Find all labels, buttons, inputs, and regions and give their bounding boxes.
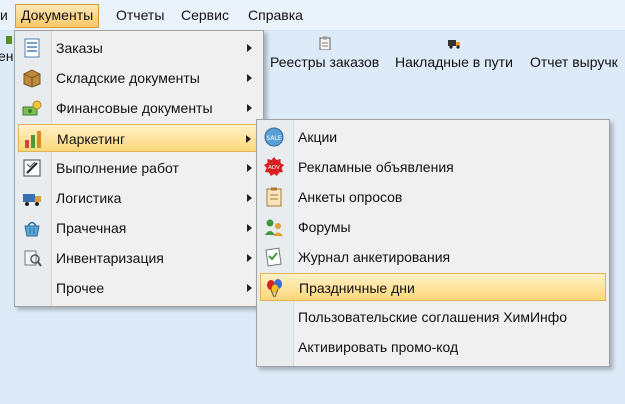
menu-item-label: Выполнение работ [56, 160, 179, 176]
menu-item-label: Складские документы [56, 70, 200, 86]
documents-menu: Заказы Складские документы Финансовые до… [14, 30, 264, 307]
svg-text:ADV: ADV [268, 165, 280, 171]
menu-item-label: Маркетинг [57, 131, 126, 147]
menu-item-label: Акции [298, 129, 338, 145]
menu-item-label: Активировать промо-код [298, 339, 459, 355]
menu-item-financial-documents[interactable]: Финансовые документы [18, 94, 260, 122]
submenu-arrow-icon [247, 194, 252, 202]
menu-item-service[interactable]: Сервис [175, 4, 235, 26]
toolbar-waybills-label: Накладные в пути [395, 54, 513, 70]
forum-icon [265, 219, 283, 236]
toolbar-order-registers-label: Реестры заказов [270, 54, 380, 70]
menu-item-warehouse-documents[interactable]: Складские документы [18, 64, 260, 92]
marketing-submenu: SALE Акции ADV Рекламные объявления Анке… [256, 119, 610, 367]
menu-item-work-execution[interactable]: Выполнение работ [18, 154, 260, 182]
orders-icon [24, 38, 40, 58]
toolbar-button-partial[interactable]: ен [0, 36, 14, 64]
menu-item-other[interactable]: Прочее [18, 274, 260, 302]
menu-item-advertisements[interactable]: ADV Рекламные объявления [260, 153, 606, 181]
menu-item-forums[interactable]: Форумы [260, 213, 606, 241]
menu-item-documents[interactable]: Документы [15, 4, 100, 28]
menu-item-reports[interactable]: Отчеты [110, 4, 170, 26]
sale-icon: SALE [264, 127, 284, 147]
survey-icon [266, 187, 282, 207]
submenu-arrow-icon [247, 164, 252, 172]
menu-item-user-agreements[interactable]: Пользовательские соглашения ХимИнфо [260, 303, 606, 331]
submenu-arrow-icon [247, 44, 252, 52]
menu-item-label: Заказы [56, 40, 103, 56]
menu-item-label: Рекламные объявления [298, 159, 454, 175]
balloons-icon [267, 279, 282, 298]
inventory-icon [24, 250, 42, 267]
toolbar-revenue-report-label: Отчет выручк [530, 54, 618, 70]
menu-item-laundry[interactable]: Прачечная [18, 214, 260, 242]
money-icon [22, 100, 42, 116]
marketing-chart-icon [25, 131, 41, 148]
truck-icon [23, 194, 41, 206]
menu-item-label: Прочее [56, 280, 105, 296]
submenu-arrow-icon [247, 224, 252, 232]
toolbar-button-waybills[interactable]: Накладные в пути [395, 36, 513, 70]
menu-item-holidays[interactable]: Праздничные дни [260, 273, 606, 301]
submenu-arrow-icon [246, 135, 251, 143]
toolbar-button-revenue-report[interactable]: Отчет выручк [530, 36, 618, 70]
truck-icon [447, 40, 460, 49]
toolbar-button-order-registers[interactable]: Реестры заказов [270, 36, 379, 70]
box-icon [23, 69, 41, 88]
basket-icon [24, 221, 40, 237]
journal-icon [265, 247, 282, 267]
menu-item-label: Форумы [298, 219, 351, 235]
menu-item-help[interactable]: Справка [242, 4, 309, 26]
svg-text:SALE: SALE [266, 135, 281, 142]
submenu-arrow-icon [247, 104, 252, 112]
toolbar-partial-icon [6, 36, 12, 44]
menu-item-label: Праздничные дни [299, 280, 415, 296]
menu-item-label: Анкеты опросов [298, 189, 403, 205]
work-icon [23, 159, 41, 177]
menu-item-promotions[interactable]: SALE Акции [260, 123, 606, 151]
menu-item-logistics[interactable]: Логистика [18, 184, 260, 212]
menu-item-label: Пользовательские соглашения ХимИнфо [298, 309, 568, 325]
menu-item-label: Инвентаризация [56, 250, 164, 266]
menu-item-label: Финансовые документы [56, 100, 213, 116]
adv-icon: ADV [264, 157, 284, 176]
submenu-arrow-icon [247, 74, 252, 82]
clipboard-icon [319, 36, 331, 50]
submenu-arrow-icon [247, 254, 252, 262]
menu-item-label: Логистика [56, 190, 122, 206]
submenu-arrow-icon [247, 284, 252, 292]
menu-item-marketing[interactable]: Маркетинг [18, 124, 260, 152]
menu-item-label: Журнал анкетирования [298, 249, 451, 265]
menu-bar: и Документы Отчеты Сервис Справка [0, 0, 625, 31]
menu-item-partial[interactable]: и [0, 4, 14, 26]
toolbar-partial-label: ен [0, 48, 14, 64]
menu-item-activate-promo-code[interactable]: Активировать промо-код [260, 333, 606, 361]
menu-item-survey-journal[interactable]: Журнал анкетирования [260, 243, 606, 271]
menu-item-label: Прачечная [56, 220, 127, 236]
menu-item-surveys[interactable]: Анкеты опросов [260, 183, 606, 211]
menu-item-orders[interactable]: Заказы [18, 34, 260, 62]
menu-item-inventory[interactable]: Инвентаризация [18, 244, 260, 272]
